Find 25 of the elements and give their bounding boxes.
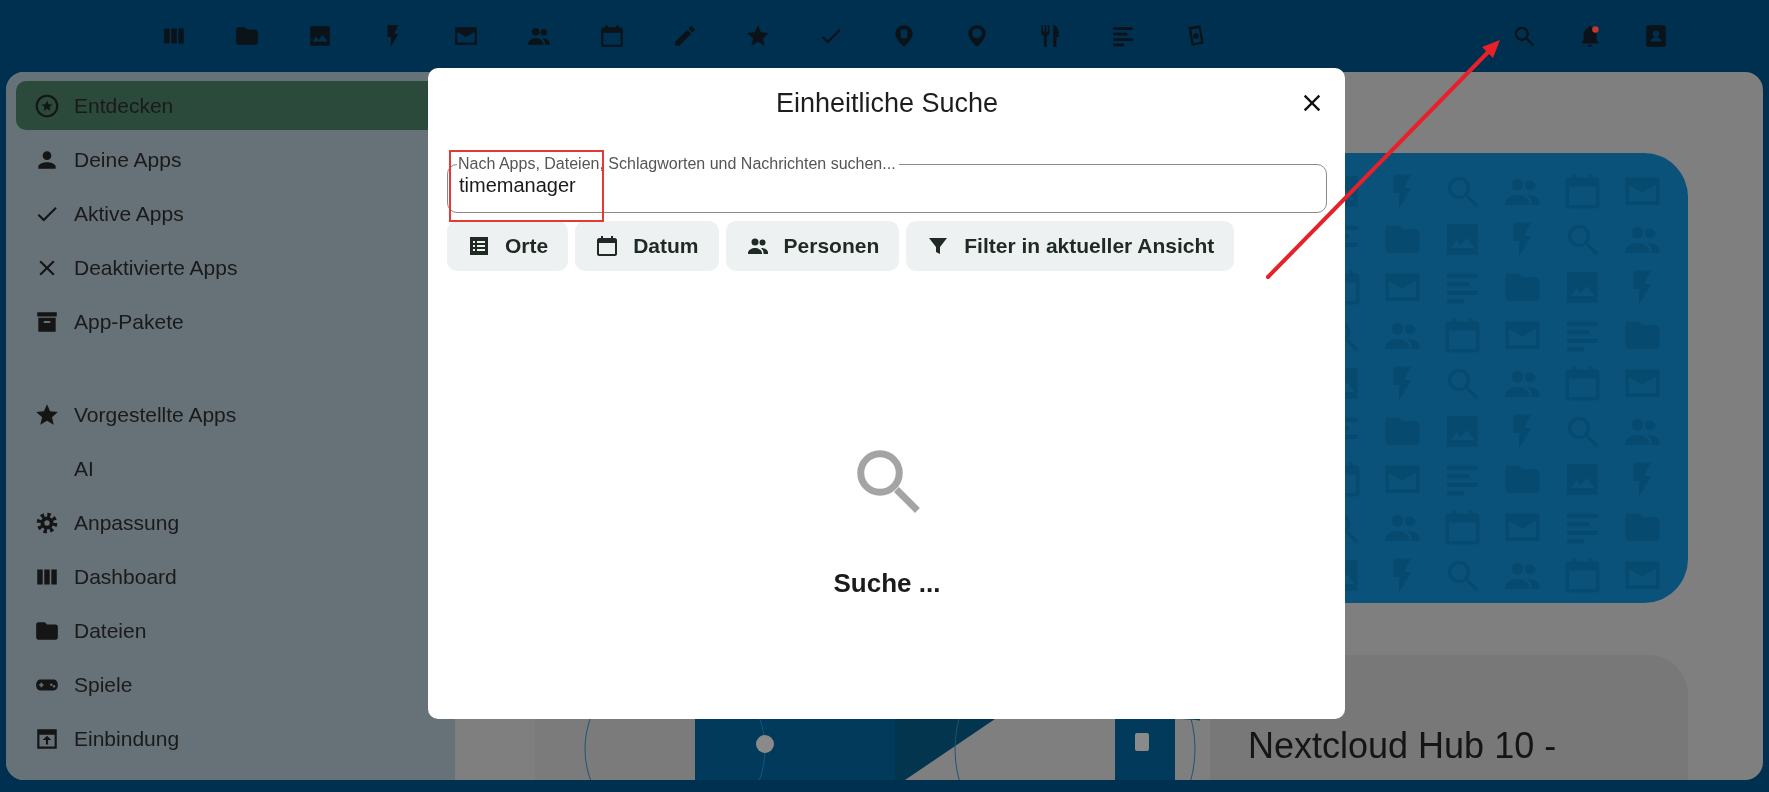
sidebar-item[interactable]: Dateien [16, 606, 455, 655]
image-icon[interactable] [307, 23, 333, 49]
filter-button[interactable]: Datum [575, 221, 719, 271]
dialog-title: Einheitliche Suche [775, 87, 999, 119]
search-field[interactable]: Nach Apps, Dateien, Schlagworten und Nachrichten suchen... timemanager [447, 156, 1327, 213]
search-input[interactable]: timemanager [459, 172, 1316, 197]
card-title: Nextcloud Hub 10 - [1248, 724, 1558, 768]
list-icon [467, 234, 491, 258]
pencil-icon[interactable] [672, 23, 698, 49]
filter-button[interactable]: Orte [447, 221, 569, 271]
contact-card-icon[interactable] [1643, 23, 1669, 49]
sidebar-item[interactable]: Dashboard [16, 552, 455, 601]
sidebar-item[interactable]: App-Pakete [16, 297, 455, 346]
filter-button[interactable]: Filter in aktueller Ansicht [906, 221, 1235, 271]
calendar-icon [595, 234, 620, 258]
sidebar-item[interactable]: Einbindung [16, 714, 455, 763]
calendar-icon[interactable] [599, 23, 625, 49]
filter-button[interactable]: Personen [725, 221, 900, 271]
star-circle-icon [34, 92, 60, 119]
sidebar-item[interactable]: Spiele [16, 660, 455, 709]
sidebar-item[interactable]: Anpassung [16, 498, 455, 547]
status-text: Suche ... [833, 568, 941, 599]
field-label: Nach Apps, Dateien, Schlagworten und Nachrichten suchen... [458, 155, 896, 172]
star-icon[interactable] [745, 23, 771, 49]
sidebar-item[interactable]: Vorgestellte Apps [16, 390, 455, 439]
